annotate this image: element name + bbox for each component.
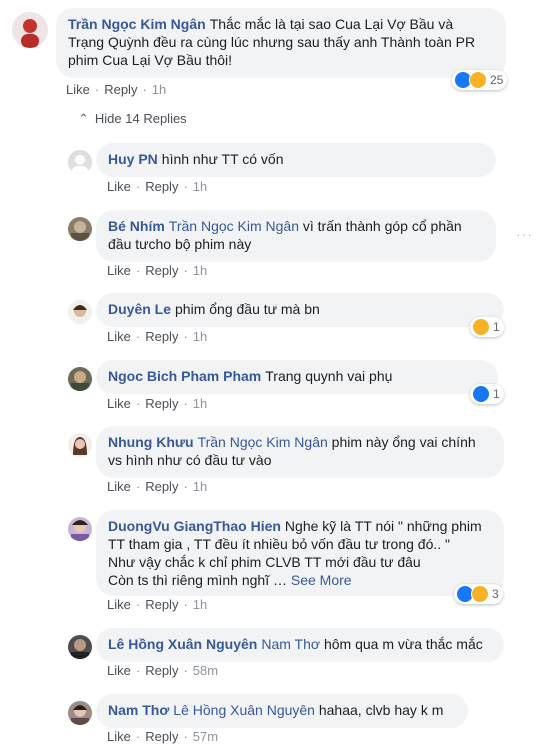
reply-bubble: Nhung Khưu Trần Ngọc Kim Ngân phim này ổn… [96,426,504,478]
reply-bubble: Lê Hồng Xuân Nguyên Nam Thơ hôm qua m vừa… [96,628,504,662]
reply-bubble: Nam Thơ Lê Hồng Xuân Nguyên hahaa, clvb h… [96,694,468,728]
avatar[interactable] [68,517,92,541]
reply-link[interactable]: Reply [145,729,178,744]
timestamp[interactable]: 1h [193,329,207,344]
mention-link[interactable]: Nam Thơ [261,636,320,652]
reply-actions: Like · Reply · 57m [107,729,219,744]
avatar[interactable] [12,12,48,48]
timestamp[interactable]: 58m [193,663,218,678]
reply-link[interactable]: Reply [145,329,178,344]
timestamp[interactable]: 1h [152,82,166,97]
like-link[interactable]: Like [107,396,131,411]
reaction-count: 1 [493,320,500,334]
avatar[interactable] [68,217,92,241]
profile-photo-icon [68,635,92,659]
comment-actions: Like · Reply · 1h [66,82,167,97]
avatar[interactable] [68,433,92,457]
reaction-summary[interactable]: 1 [470,384,504,404]
reply-author[interactable]: Lê Hồng Xuân Nguyên [108,636,257,652]
reply-bubble: DuongVu GiangThao Hien Nghe kỹ là TT nói … [96,510,504,596]
reply-link[interactable]: Reply [145,597,178,612]
avatar[interactable] [68,150,92,174]
like-link[interactable]: Like [107,663,131,678]
like-link[interactable]: Like [107,179,131,194]
reaction-count: 25 [490,73,504,87]
reply-author[interactable]: Bé Nhím [108,218,165,234]
profile-photo-icon [68,517,92,541]
comment-bubble: Trần Ngọc Kim Ngân Thắc mắc là tại sao Cu… [56,8,506,78]
profile-photo-icon [68,300,92,324]
like-link[interactable]: Like [66,82,90,97]
comment-author[interactable]: Trần Ngọc Kim Ngân [68,16,206,32]
timestamp[interactable]: 1h [193,263,207,278]
haha-icon [472,318,490,336]
reply-author[interactable]: Nam Thơ [108,702,169,718]
like-link[interactable]: Like [107,263,131,278]
wow-icon [471,585,489,603]
reply-actions: Like · Reply · 1h [107,597,208,612]
reply-author[interactable]: DuongVu GiangThao Hien [108,518,281,534]
hide-replies-link[interactable]: ⌃ Hide 14 Replies [78,111,187,127]
comment-line-1: Trần Ngọc Kim Ngân Thắc mắc là tại sao Cu… [68,16,454,32]
timestamp[interactable]: 1h [193,396,207,411]
profile-photo-icon [12,12,48,48]
profile-photo-icon [68,701,92,725]
chevron-up-icon: ⌃ [78,111,89,126]
see-more-link[interactable]: See More [291,572,352,588]
reply-actions: Like · Reply · 1h [107,396,208,411]
more-options-icon[interactable]: ··· [516,226,533,242]
reply-bubble: Huy PN hình như TT có vốn [96,143,496,177]
reaction-summary[interactable]: 3 [454,584,503,604]
reaction-count: 1 [493,387,500,401]
like-link[interactable]: Like [107,329,131,344]
reply-link[interactable]: Reply [145,663,178,678]
reply-author[interactable]: Huy PN [108,151,158,167]
timestamp[interactable]: 57m [193,729,218,744]
comment-line-2: Trạng Quỳnh đều ra cùng lúc nhưng sau th… [68,34,476,50]
reaction-count: 3 [492,587,499,601]
profile-photo-icon [68,433,92,457]
reply-link[interactable]: Reply [145,179,178,194]
mention-link[interactable]: Trần Ngọc Kim Ngân [198,434,328,450]
mention-link[interactable]: Lê Hồng Xuân Nguyên [173,702,315,718]
reply-link[interactable]: Reply [145,479,178,494]
reply-link[interactable]: Reply [145,396,178,411]
like-link[interactable]: Like [107,479,131,494]
reply-link[interactable]: Reply [104,82,137,97]
avatar[interactable] [68,635,92,659]
default-profile-icon [68,150,92,174]
reply-author[interactable]: Ngoc Bich Pham Pham [108,368,261,384]
reply-bubble: Ngoc Bich Pham Pham Trang quynh vai phụ [96,360,498,394]
reply-actions: Like · Reply · 1h [107,263,208,278]
avatar[interactable] [68,701,92,725]
timestamp[interactable]: 1h [193,479,207,494]
reply-actions: Like · Reply · 58m [107,663,219,678]
reply-actions: Like · Reply · 1h [107,329,208,344]
like-link[interactable]: Like [107,729,131,744]
reply-actions: Like · Reply · 1h [107,479,208,494]
reply-author[interactable]: Nhung Khưu [108,434,194,450]
reply-link[interactable]: Reply [145,263,178,278]
reply-bubble: Duyên Le phim ổng đầu tư mà bn [96,293,504,327]
reaction-summary[interactable]: 25 [452,70,508,90]
reply-actions: Like · Reply · 1h [107,179,208,194]
like-link[interactable]: Like [107,597,131,612]
comment-line-3: phim Cua Lại Vợ Bầu thôi! [68,52,233,68]
timestamp[interactable]: 1h [193,597,207,612]
timestamp[interactable]: 1h [193,179,207,194]
avatar[interactable] [68,367,92,391]
mention-link[interactable]: Trần Ngọc Kim Ngân [169,218,299,234]
haha-icon [469,71,487,89]
profile-photo-icon [68,217,92,241]
reply-bubble: Bé Nhím Trần Ngọc Kim Ngân vì trấn thành … [96,210,496,262]
like-icon [472,385,490,403]
avatar[interactable] [68,300,92,324]
reply-author[interactable]: Duyên Le [108,301,171,317]
reaction-summary[interactable]: 1 [470,317,504,337]
profile-photo-icon [68,367,92,391]
